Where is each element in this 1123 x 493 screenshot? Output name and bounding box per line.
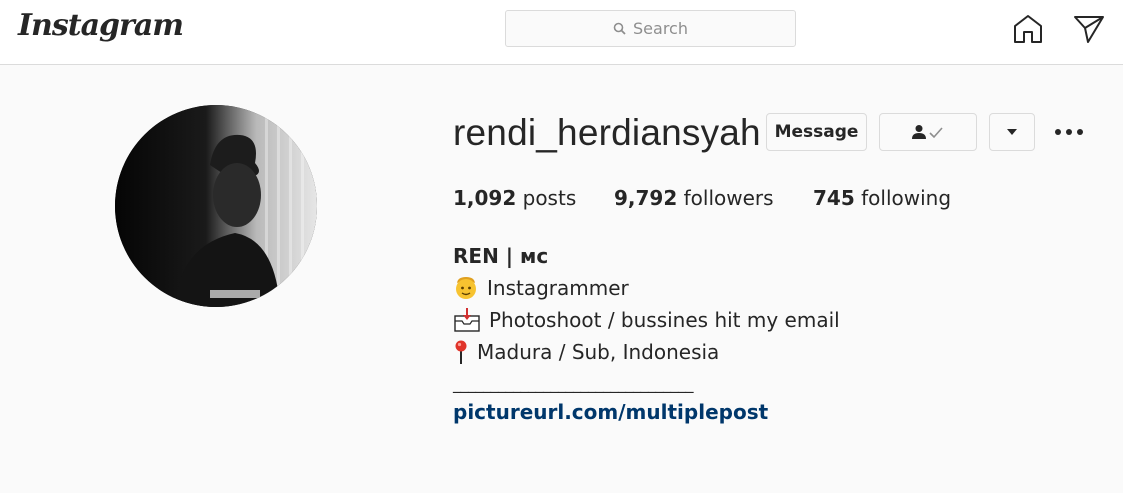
posts-stat[interactable]: 1,092 posts	[453, 186, 576, 210]
posts-count: 1,092	[453, 186, 517, 210]
profile-bio: REN | ᴍᴄ Instagrammer Photoshoot / bussi…	[453, 240, 840, 400]
search-input[interactable]: Search	[505, 10, 796, 47]
caret-down-icon	[1007, 129, 1017, 135]
bio-line-text: Madura / Sub, Indonesia	[477, 340, 720, 364]
inbox-tray-icon	[454, 308, 480, 332]
search-icon	[613, 22, 626, 35]
round-pushpin-icon	[455, 340, 467, 364]
direct-message-icon[interactable]	[1072, 12, 1106, 46]
profile-username: rendi_herdiansyah	[453, 112, 761, 153]
search-placeholder: Search	[633, 19, 688, 38]
followers-count: 9,792	[614, 186, 678, 210]
avatar-photo	[115, 105, 317, 307]
bio-line: Madura / Sub, Indonesia	[453, 336, 840, 368]
top-navigation-bar: Instagram Search	[0, 0, 1123, 65]
profile-avatar[interactable]	[115, 105, 317, 307]
bio-line: Instagrammer	[453, 272, 840, 304]
more-options-icon[interactable]	[1052, 120, 1086, 144]
following-button[interactable]	[879, 113, 977, 151]
bio-website-link[interactable]: pictureurl.com/multiplepost	[453, 400, 768, 424]
followers-label: followers	[683, 186, 774, 210]
following-count: 745	[813, 186, 855, 210]
following-stat[interactable]: 745 following	[813, 186, 951, 210]
user-check-icon	[912, 125, 943, 139]
following-label: following	[861, 186, 952, 210]
home-icon[interactable]	[1011, 12, 1045, 46]
bio-line-text: Photoshoot / bussines hit my email	[489, 308, 840, 332]
suggestions-dropdown-button[interactable]	[989, 113, 1035, 151]
bio-divider: ________________________________	[453, 374, 693, 393]
bio-line-text: Instagrammer	[487, 276, 629, 300]
message-button[interactable]: Message	[766, 113, 867, 151]
face-emoji-icon	[456, 277, 476, 299]
instagram-logo[interactable]: Instagram	[18, 8, 184, 43]
posts-label: posts	[522, 186, 577, 210]
bio-full-name: REN | ᴍᴄ	[453, 244, 549, 268]
followers-stat[interactable]: 9,792 followers	[614, 186, 774, 210]
bio-line: Photoshoot / bussines hit my email	[453, 304, 840, 336]
